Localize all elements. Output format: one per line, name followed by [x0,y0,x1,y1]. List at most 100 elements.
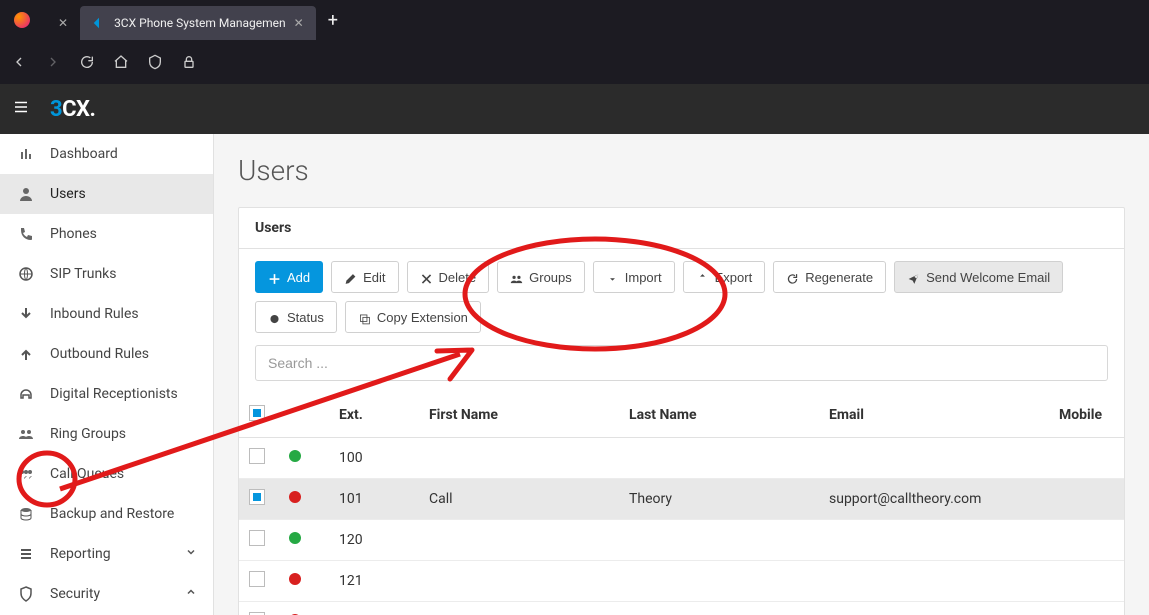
new-tab-button[interactable]: + [316,10,350,31]
table-row[interactable]: 122 [239,602,1124,615]
chevron-up-icon [185,586,197,602]
sidebar-item-label: Dashboard [50,146,118,162]
sidebar-item-outbound-rules[interactable]: Outbound Rules [0,334,213,374]
col-email[interactable]: Email [819,393,1049,438]
browser-tab-inactive[interactable]: ✕ [38,6,80,40]
cell [819,438,1049,479]
sidebar: Dashboard Users Phones SIP Trunks Inbound Ru… [0,134,214,615]
cell [619,602,819,615]
col-last-name[interactable]: Last Name [619,393,819,438]
cell [1049,561,1124,602]
export-button[interactable]: Export [683,261,766,293]
select-all-checkbox[interactable] [249,405,265,421]
add-button[interactable]: Add [255,261,323,293]
cell [619,561,819,602]
cell [1049,520,1124,561]
home-button[interactable] [112,53,130,71]
sidebar-item-digital-receptionists[interactable]: Digital Receptionists [0,374,213,414]
sidebar-item-label: Phones [50,226,97,242]
regenerate-button[interactable]: Regenerate [773,261,886,293]
group-icon [510,271,523,284]
cell: 120 [329,520,419,561]
sidebar-item-reporting[interactable]: Reporting [0,534,213,574]
shield-icon[interactable] [146,53,164,71]
close-icon[interactable]: ✕ [294,16,304,30]
sidebar-item-inbound-rules[interactable]: Inbound Rules [0,294,213,334]
copy-extension-button[interactable]: Copy Extension [345,301,481,333]
sidebar-item-phones[interactable]: Phones [0,214,213,254]
chevron-down-icon [185,546,197,562]
sidebar-item-label: Call Queues [50,466,124,482]
cell [1049,479,1124,520]
sidebar-item-label: SIP Trunks [50,266,117,282]
sidebar-item-backup-and-restore[interactable]: Backup and Restore [0,494,213,534]
browser-tab-active[interactable]: 3CX Phone System Managemen ✕ [80,6,316,40]
search-input[interactable] [255,345,1108,381]
sidebar-item-label: Security [50,586,100,602]
panel-header: Users [239,208,1124,249]
col-first-name[interactable]: First Name [419,393,619,438]
shield-icon [16,586,36,602]
arrow-down-icon [16,306,36,322]
lock-icon[interactable] [180,53,198,71]
bars-icon [16,146,36,162]
cell: support@calltheory.com [819,479,1049,520]
sidebar-item-users[interactable]: Users [0,174,213,214]
x-icon [420,271,433,284]
sidebar-item-ring-groups[interactable]: Ring Groups [0,414,213,454]
import-button[interactable]: Import [593,261,675,293]
edit-button[interactable]: Edit [331,261,398,293]
page-title: Users [238,154,1125,187]
row-checkbox[interactable] [249,448,265,464]
status-dot [289,532,301,544]
sidebar-item-call-queues[interactable]: Call Queues [0,454,213,494]
menu-toggle[interactable] [12,98,30,120]
table-row[interactable]: 101CallTheorysupport@calltheory.com [239,479,1124,520]
browser-chrome: ✕ 3CX Phone System Managemen ✕ + [0,0,1149,84]
app-bar: 3CX. [0,84,1149,134]
send-welcome-email-button[interactable]: Send Welcome Email [894,261,1063,293]
row-checkbox[interactable] [249,489,265,505]
pencil-icon [344,271,357,284]
sidebar-item-security[interactable]: Security [0,574,213,614]
import-icon [606,271,619,284]
status-dot [289,573,301,585]
main-content: Users Users Add Edit Delete Group [214,134,1149,615]
cell: 100 [329,438,419,479]
cell: 121 [329,561,419,602]
status-dot [289,491,301,503]
table-row[interactable]: 120 [239,520,1124,561]
list-icon [16,546,36,562]
sidebar-item-sip-trunks[interactable]: SIP Trunks [0,254,213,294]
col-mobile[interactable]: Mobile [1049,393,1124,438]
status-button[interactable]: Status [255,301,337,333]
close-icon[interactable]: ✕ [58,16,68,30]
cell: Theory [619,479,819,520]
cell [619,520,819,561]
delete-button[interactable]: Delete [407,261,490,293]
cell: 101 [329,479,419,520]
app-logo: 3CX. [50,97,95,122]
row-checkbox[interactable] [249,530,265,546]
groups-button[interactable]: Groups [497,261,585,293]
table-row[interactable]: 121 [239,561,1124,602]
forward-button[interactable] [44,53,62,71]
row-checkbox[interactable] [249,571,265,587]
table-row[interactable]: 100 [239,438,1124,479]
url-bar [0,40,1149,84]
toolbar: Add Edit Delete Groups Import [239,249,1124,345]
firefox-icon [14,12,30,28]
cell [419,520,619,561]
share-icon [907,271,920,284]
headset-icon [16,386,36,402]
tab-label: 3CX Phone System Managemen [114,16,286,30]
back-button[interactable] [10,53,28,71]
reload-button[interactable] [78,53,96,71]
export-icon [696,271,709,284]
sidebar-item-label: Backup and Restore [50,506,174,522]
col-ext[interactable]: Ext. [329,393,419,438]
refresh-icon [786,271,799,284]
sidebar-item-dashboard[interactable]: Dashboard [0,134,213,174]
copy-icon [358,311,371,324]
cell [819,520,1049,561]
